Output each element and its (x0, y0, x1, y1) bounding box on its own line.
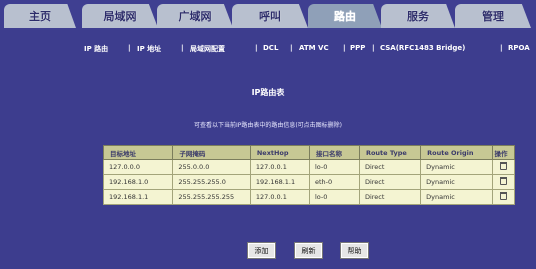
table-row: 127.0.0.0 255.0.0.0 127.0.0.1 lo-0 Direc… (102, 159, 516, 175)
col-action: 操作 (491, 145, 516, 160)
subnav-lan-config[interactable]: 局域网配置 (190, 44, 225, 54)
cell-route-type: Direct (358, 174, 422, 190)
subnav-separator: | (372, 44, 375, 52)
tab-wan-label: 广域网 (178, 10, 212, 23)
cell-interface: eth-0 (308, 174, 360, 190)
subnav-csa-bridge[interactable]: CSA(RFC1483 Bridge) (380, 44, 465, 52)
router-admin-page: 主页 局域网 广域网 呼叫 路由 服务 管理 IP 路由 | IP 地址 | 局… (0, 0, 536, 269)
cell-interface: lo-0 (308, 189, 360, 205)
page-title: IP路由表 (251, 88, 285, 97)
cell-destination: 127.0.0.0 (102, 159, 174, 175)
cell-route-type: Direct (358, 189, 422, 205)
tab-lan-label: 局域网 (103, 10, 137, 23)
cell-subnet-mask: 255.255.255.0 (172, 174, 251, 190)
cell-route-origin: Dynamic (420, 159, 493, 175)
trash-icon[interactable] (499, 177, 507, 185)
subnav-ip-address[interactable]: IP 地址 (137, 44, 161, 54)
cell-nexthop: 127.0.0.1 (249, 189, 310, 205)
cell-action (491, 174, 516, 190)
refresh-button[interactable]: 刷新 (295, 243, 322, 258)
subnav-ppp[interactable]: PPP (350, 44, 365, 52)
tab-routing[interactable]: 路由 (308, 4, 382, 28)
subnav-separator: | (343, 44, 346, 52)
main-tab-bar: 主页 局域网 广域网 呼叫 路由 服务 管理 (0, 0, 536, 30)
cell-route-type: Direct (358, 159, 422, 175)
subnav-ip-route[interactable]: IP 路由 (84, 44, 108, 54)
cell-action (491, 159, 516, 175)
cell-action (491, 189, 516, 205)
add-button[interactable]: 添加 (248, 243, 275, 258)
subnav-separator: | (128, 44, 131, 52)
cell-subnet-mask: 255.0.0.0 (172, 159, 251, 175)
cell-route-origin: Dynamic (420, 189, 493, 205)
cell-destination: 192.168.1.0 (102, 174, 174, 190)
tab-admin-label: 管理 (482, 10, 504, 23)
col-interface: 接口名称 (308, 145, 360, 160)
routing-table: 目标地址 子网掩码 NextHop 接口名称 Route Type Route … (102, 145, 516, 205)
subnav-separator: | (500, 44, 503, 52)
help-button[interactable]: 帮助 (341, 243, 368, 258)
trash-icon[interactable] (499, 192, 507, 200)
cell-destination: 192.168.1.1 (102, 189, 174, 205)
tab-service[interactable]: 服务 (381, 4, 455, 28)
subnav-dcl[interactable]: DCL (263, 44, 278, 52)
trash-icon[interactable] (499, 162, 507, 170)
cell-subnet-mask: 255.255.255.255 (172, 189, 251, 205)
tab-call[interactable]: 呼叫 (232, 4, 308, 28)
subnav-atm-vc[interactable]: ATM VC (299, 44, 329, 52)
col-subnet-mask: 子网掩码 (172, 145, 251, 160)
table-header-row: 目标地址 子网掩码 NextHop 接口名称 Route Type Route … (102, 145, 516, 160)
cell-nexthop: 127.0.0.1 (249, 159, 310, 175)
table-row: 192.168.1.1 255.255.255.255 127.0.0.1 lo… (102, 189, 516, 205)
tab-admin[interactable]: 管理 (455, 4, 531, 28)
tab-home-label: 主页 (29, 10, 51, 23)
col-destination: 目标地址 (102, 145, 174, 160)
cell-route-origin: Dynamic (420, 174, 493, 190)
cell-interface: lo-0 (308, 159, 360, 175)
page-hint: 可查看以下当前IP路由表中的路由信息(可点击图标删除) (193, 122, 343, 129)
tab-lan[interactable]: 局域网 (82, 4, 158, 28)
col-route-type: Route Type (358, 145, 422, 160)
col-route-origin: Route Origin (420, 145, 493, 160)
tab-routing-label: 路由 (334, 10, 356, 23)
tab-wan[interactable]: 广域网 (157, 4, 233, 28)
subnav-separator: | (290, 44, 293, 52)
cell-nexthop: 192.168.1.1 (249, 174, 310, 190)
tab-service-label: 服务 (407, 10, 429, 23)
tab-home[interactable]: 主页 (4, 4, 76, 28)
subnav-separator: | (181, 44, 184, 52)
tab-call-label: 呼叫 (259, 10, 281, 23)
subnav-rpoa[interactable]: RPOA (508, 44, 530, 52)
col-nexthop: NextHop (249, 145, 310, 160)
subnav-separator: | (255, 44, 258, 52)
table-row: 192.168.1.0 255.255.255.0 192.168.1.1 et… (102, 174, 516, 190)
sub-navigation: IP 路由 | IP 地址 | 局域网配置 | DCL | ATM VC | P… (0, 44, 536, 58)
